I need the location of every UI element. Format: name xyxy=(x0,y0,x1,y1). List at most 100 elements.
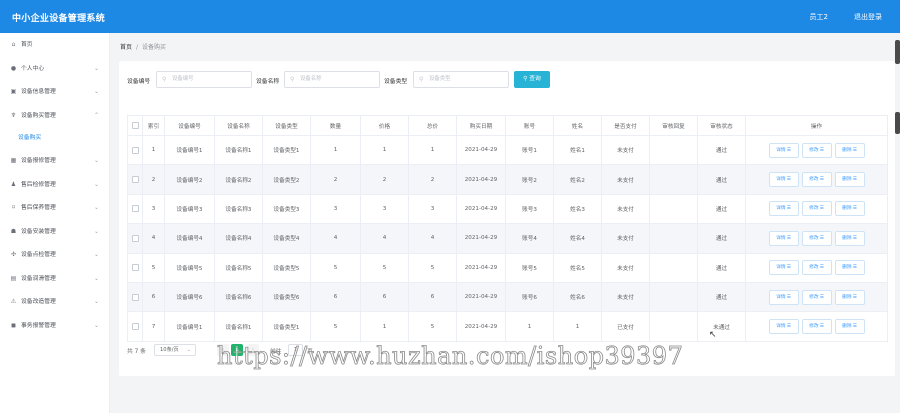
list-icon: ☰ xyxy=(819,206,824,212)
delete-button[interactable]: 删除☰ xyxy=(834,172,865,188)
row-select-cell xyxy=(127,134,143,166)
table-cell: 5 xyxy=(142,252,165,283)
page-scrollbar-thumb[interactable] xyxy=(895,40,900,64)
table-cell: 3 xyxy=(142,193,165,225)
row-checkbox[interactable] xyxy=(131,264,139,272)
edit-button[interactable]: 修改☰ xyxy=(801,319,832,335)
list-icon: ☰ xyxy=(786,265,791,271)
list-icon: ☰ xyxy=(819,177,824,183)
detail-button[interactable]: 详情☰ xyxy=(768,260,799,276)
current-user[interactable]: 员工2 xyxy=(810,12,828,22)
top-bar: 中小企业设备管理系统 员工2 退出登录 xyxy=(0,0,900,33)
row-checkbox[interactable] xyxy=(131,234,139,242)
sidebar-item-4[interactable]: ▦ 设备报修管理 ⌄ xyxy=(0,149,109,173)
table-cell: 账号6 xyxy=(505,281,554,313)
edit-button[interactable]: 修改☰ xyxy=(801,142,832,158)
sidebar-item-1[interactable]: ● 个人中心 ⌄ xyxy=(0,57,109,81)
sidebar-item-5[interactable]: ♟ 售后检修管理 ⌄ xyxy=(0,173,109,197)
table-cell xyxy=(649,164,698,195)
table-cell: 2021-04-29 xyxy=(456,281,506,313)
row-checkbox[interactable] xyxy=(131,205,139,213)
table-row: 4 设备编号4 设备名称4 设备类型4 4 4 4 2021-04-29 账号4 姓名4 未支付 通过… xyxy=(127,223,888,254)
delete-button[interactable]: 删除☰ xyxy=(834,142,865,158)
row-checkbox[interactable] xyxy=(131,146,139,154)
chevron-icon: ⌄ xyxy=(93,321,99,329)
table-cell: 通过 xyxy=(697,193,746,225)
repair-icon: ▦ xyxy=(10,157,17,164)
sidebar-item-9[interactable]: ▤ 设备润滑管理 ⌄ xyxy=(0,267,109,291)
sidebar-item-3[interactable]: ♆ 设备购买管理 ⌃ xyxy=(0,104,109,128)
sidebar-subitem-purchase[interactable]: 设备购买 xyxy=(0,127,109,149)
table-cell: 2 xyxy=(142,164,165,195)
table-cell: 通过 xyxy=(697,134,746,166)
button-label: 修改 xyxy=(809,324,819,330)
sidebar-item-11[interactable]: ◼ 事务报警管理 ⌄ xyxy=(0,314,109,338)
cart-icon: ♆ xyxy=(10,111,17,119)
logout-button[interactable]: 退出登录 xyxy=(854,12,882,22)
breadcrumb-home[interactable]: 首页 xyxy=(120,44,132,51)
detail-button[interactable]: 详情☰ xyxy=(768,289,799,305)
page-size-select[interactable]: 10条/页 ⌄ xyxy=(154,344,196,356)
table-cell: 2021-04-29 xyxy=(456,223,506,254)
prev-page-button[interactable]: ‹ xyxy=(217,344,229,356)
edit-button[interactable]: 修改☰ xyxy=(801,230,832,246)
column-header: 审核状态 xyxy=(697,115,746,136)
sidebar-item-6[interactable]: ⌑ 售后保养管理 ⌄ xyxy=(0,196,109,220)
delete-button[interactable]: 删除☰ xyxy=(834,319,865,335)
table-cell: 4 xyxy=(408,223,457,254)
device-type-input[interactable]: ⚲ 设备类型 xyxy=(413,71,509,88)
actions-cell: 详情☰ 修改☰ 删除☰ xyxy=(745,164,888,195)
next-page-button[interactable]: › xyxy=(247,344,259,356)
table-cell: 未支付 xyxy=(601,134,650,166)
device-type-label: 设备类型 xyxy=(384,79,408,85)
device-code-input[interactable]: ⚲ 设备编号 xyxy=(156,71,252,88)
device-name-label: 设备名称 xyxy=(256,79,280,85)
table-cell: 账号4 xyxy=(505,223,554,254)
detail-button[interactable]: 详情☰ xyxy=(768,201,799,217)
detail-button[interactable]: 详情☰ xyxy=(768,172,799,188)
table-cell: 5 xyxy=(408,252,457,283)
home-icon: ⌂ xyxy=(11,41,16,48)
delete-button[interactable]: 删除☰ xyxy=(834,289,865,305)
column-header: 数量 xyxy=(310,115,361,136)
delete-button[interactable]: 删除☰ xyxy=(834,201,865,217)
total-count: 共 7 条 xyxy=(127,349,146,355)
table-row: 1 设备编号1 设备名称1 设备类型1 1 1 1 2021-04-29 账号1 姓名1 未支付 通过… xyxy=(127,134,888,166)
query-button[interactable]: ⚲ 查询 xyxy=(514,71,550,88)
edit-button[interactable]: 修改☰ xyxy=(801,289,832,305)
sidebar-item-label: 设备安装管理 xyxy=(21,228,56,235)
button-label: 删除 xyxy=(842,147,852,153)
select-all-checkbox[interactable] xyxy=(131,122,139,129)
table-cell: 4 xyxy=(310,223,361,254)
detail-button[interactable]: 详情☰ xyxy=(768,319,799,335)
sidebar-item-8[interactable]: ✣ 设备点检管理 ⌄ xyxy=(0,243,109,267)
install-icon: ☗ xyxy=(10,227,17,235)
edit-button[interactable]: 修改☰ xyxy=(801,201,832,217)
edit-button[interactable]: 修改☰ xyxy=(801,260,832,276)
actions-cell: 详情☰ 修改☰ 删除☰ xyxy=(745,193,888,225)
device-code-label: 设备编号 xyxy=(127,79,151,85)
table-scrollbar-thumb[interactable] xyxy=(895,112,900,134)
row-checkbox[interactable] xyxy=(131,293,139,301)
delete-button[interactable]: 删除☰ xyxy=(834,230,865,246)
page-number-1[interactable]: 1 xyxy=(231,344,243,356)
table-cell: 设备编号1 xyxy=(164,134,215,166)
table-cell: 账号3 xyxy=(505,193,554,225)
sidebar-item-7[interactable]: ☗ 设备安装管理 ⌄ xyxy=(0,220,109,244)
device-name-input[interactable]: ⚲ 设备名称 xyxy=(284,71,380,88)
table-cell: 通过 xyxy=(697,252,746,283)
row-checkbox[interactable] xyxy=(131,323,139,331)
sidebar-item-2[interactable]: ▣ 设备信息管理 ⌄ xyxy=(0,80,109,104)
row-checkbox[interactable] xyxy=(131,176,139,184)
table-cell: 姓名1 xyxy=(553,134,602,166)
table-cell: 2 xyxy=(360,164,409,195)
edit-button[interactable]: 修改☰ xyxy=(801,172,832,188)
detail-button[interactable]: 详情☰ xyxy=(768,230,799,246)
sidebar-item-0[interactable]: ⌂ 首页 xyxy=(0,33,109,57)
detail-button[interactable]: 详情☰ xyxy=(768,142,799,158)
table-cell: 1 xyxy=(142,134,165,166)
goto-page-input[interactable]: 1 xyxy=(288,344,303,356)
delete-button[interactable]: 删除☰ xyxy=(834,260,865,276)
table-cell: 5 xyxy=(310,311,361,342)
sidebar-item-10[interactable]: ⚠ 设备改造管理 ⌄ xyxy=(0,290,109,314)
